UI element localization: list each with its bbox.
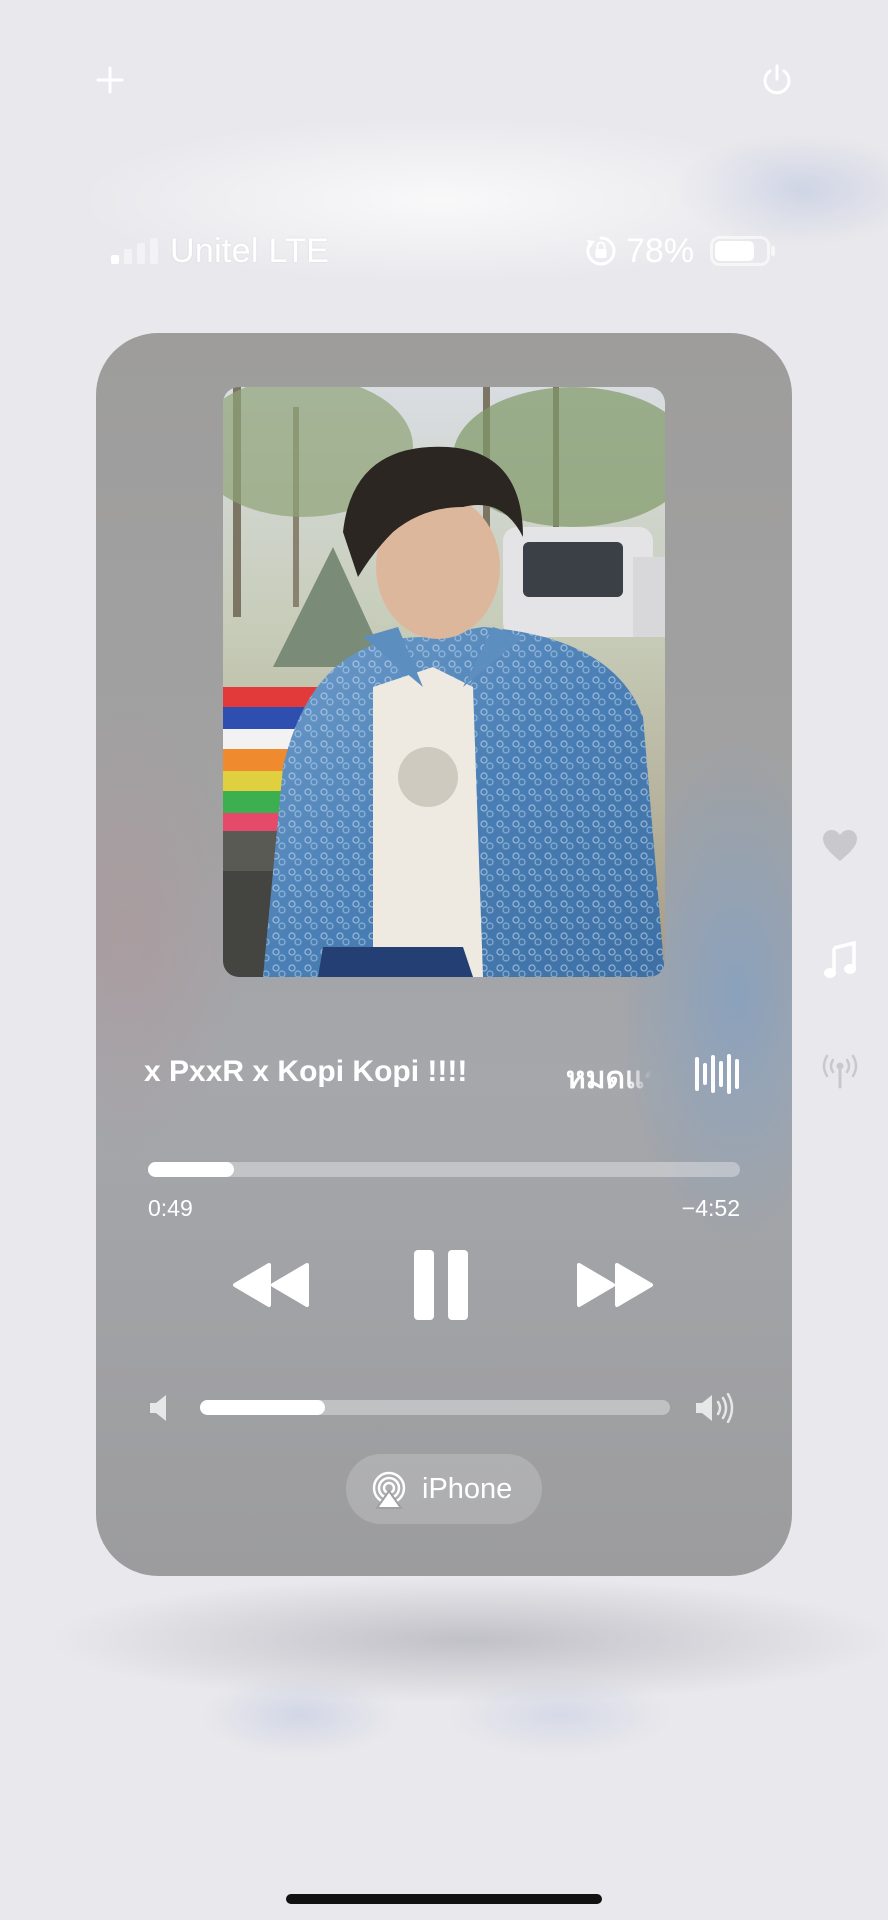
- remaining-time: −4:52: [681, 1195, 740, 1221]
- speaker-high-icon: [696, 1393, 734, 1423]
- battery-percentage: 78%: [626, 232, 695, 270]
- artwork-image: [223, 387, 665, 977]
- output-device-label: iPhone: [422, 1473, 513, 1505]
- side-broadcast[interactable]: [818, 1050, 862, 1094]
- elapsed-time: 0:49: [148, 1195, 193, 1221]
- next-button[interactable]: [570, 1255, 660, 1315]
- song-title-text: x PxxR x Kopi Kopi !!!!: [144, 1055, 468, 1088]
- playback-scrubber[interactable]: [148, 1162, 740, 1177]
- song-title-continued: หมดแร: [566, 1062, 652, 1095]
- audio-waveform-icon: [695, 1054, 739, 1094]
- home-indicator[interactable]: [286, 1894, 602, 1904]
- speaker-low-icon: [150, 1395, 166, 1421]
- pause-button[interactable]: [406, 1245, 476, 1325]
- airplay-icon: [372, 1471, 406, 1509]
- carrier-name: Unitel LTE: [170, 232, 330, 270]
- status-bar: Unitel LTE 78%: [0, 226, 888, 276]
- rewind-icon: [233, 1263, 309, 1307]
- heart-icon: [823, 830, 857, 861]
- pause-icon: [414, 1250, 468, 1320]
- volume-slider[interactable]: [200, 1400, 670, 1415]
- music-note-icon: [824, 940, 856, 978]
- now-playing-card: x PxxR x Kopi Kopi !!!! หมดแร 0:49 −4:52: [96, 333, 792, 1576]
- cellular-signal-icon: [111, 238, 158, 264]
- side-favorites[interactable]: [818, 824, 862, 868]
- output-device-button[interactable]: iPhone: [346, 1454, 542, 1524]
- album-artwork[interactable]: [223, 387, 665, 977]
- power-button[interactable]: [752, 55, 802, 105]
- orientation-lock-icon: [586, 236, 616, 266]
- power-icon: [763, 64, 791, 95]
- plus-icon: [96, 66, 124, 94]
- broadcast-icon: [822, 1054, 858, 1089]
- fast-forward-icon: [577, 1263, 653, 1307]
- side-music[interactable]: [818, 938, 862, 982]
- playback-progress: [148, 1162, 234, 1177]
- add-button[interactable]: [85, 55, 135, 105]
- volume-level: [200, 1400, 325, 1415]
- previous-button[interactable]: [226, 1255, 316, 1315]
- battery-icon: [710, 236, 775, 266]
